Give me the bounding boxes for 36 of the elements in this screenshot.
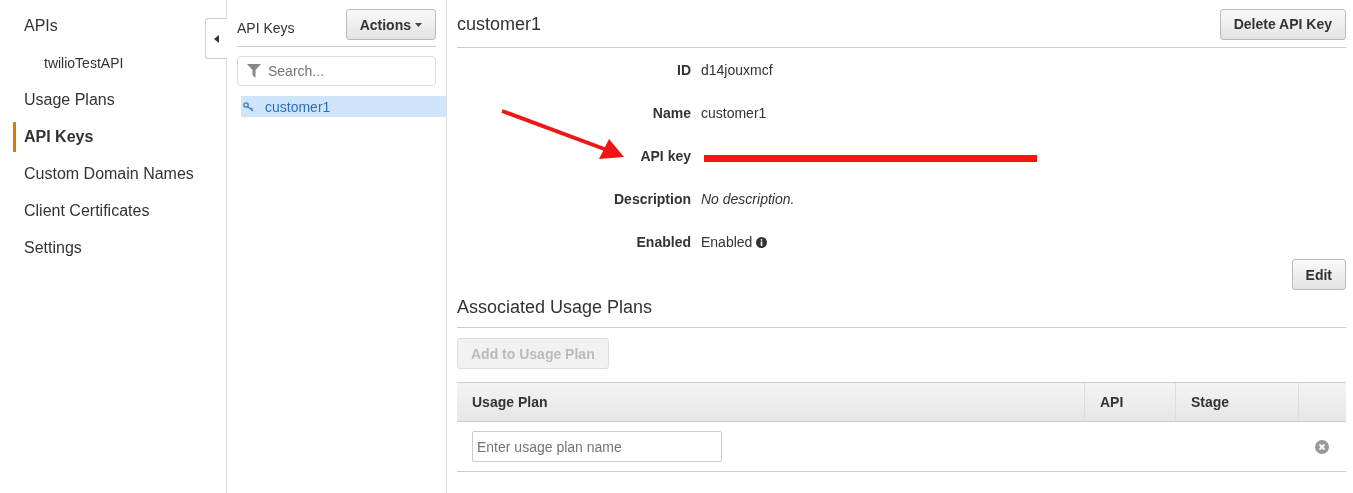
caret-icon [213,34,220,43]
collapse-button[interactable] [205,18,227,59]
nav-item[interactable]: APIs [0,14,58,38]
key-icon [243,101,255,112]
field-label: ID [677,62,691,78]
info-icon[interactable] [756,236,768,248]
search-field[interactable]: Search... [237,56,436,86]
page-title: customer1 [457,13,542,35]
field-label: API key [640,148,691,164]
nav-item[interactable]: Custom Domain Names [0,162,194,186]
remove-icon[interactable] [1315,439,1329,454]
actions-button[interactable]: Actions [345,9,436,40]
field-label: Description [614,191,691,207]
key-list-item[interactable]: customer1 [241,96,446,117]
column-header: API [1085,383,1176,421]
input-field[interactable]: Enter usage plan name [472,431,722,462]
nav-item[interactable]: Client Certificates [0,199,150,223]
nav-item[interactable]: Settings [0,236,82,260]
edit-button[interactable]: Edit [1291,259,1346,290]
column-header: Usage Plan [457,383,1085,421]
field-value: d14jouxmcf [701,61,774,80]
field-value: Enabled [701,233,753,252]
key-name: customer1 [265,98,331,115]
nav-item[interactable]: API Keys [13,122,94,152]
field-value: customer1 [701,104,768,123]
delete-button[interactable]: Delete API Key [1219,8,1346,40]
field-label: Name [652,105,691,121]
column-header: Stage [1176,383,1299,421]
caret-icon [415,22,422,27]
section-title: Associated Usage Plans [457,290,1346,328]
nav-item[interactable]: Usage Plans [0,88,115,112]
filter-icon [247,64,261,78]
panel-title: API Keys [237,18,295,36]
field-value: No description. [701,190,796,209]
field-label: Enabled [636,234,691,250]
nav-item[interactable]: twilioTestAPI [0,51,124,75]
